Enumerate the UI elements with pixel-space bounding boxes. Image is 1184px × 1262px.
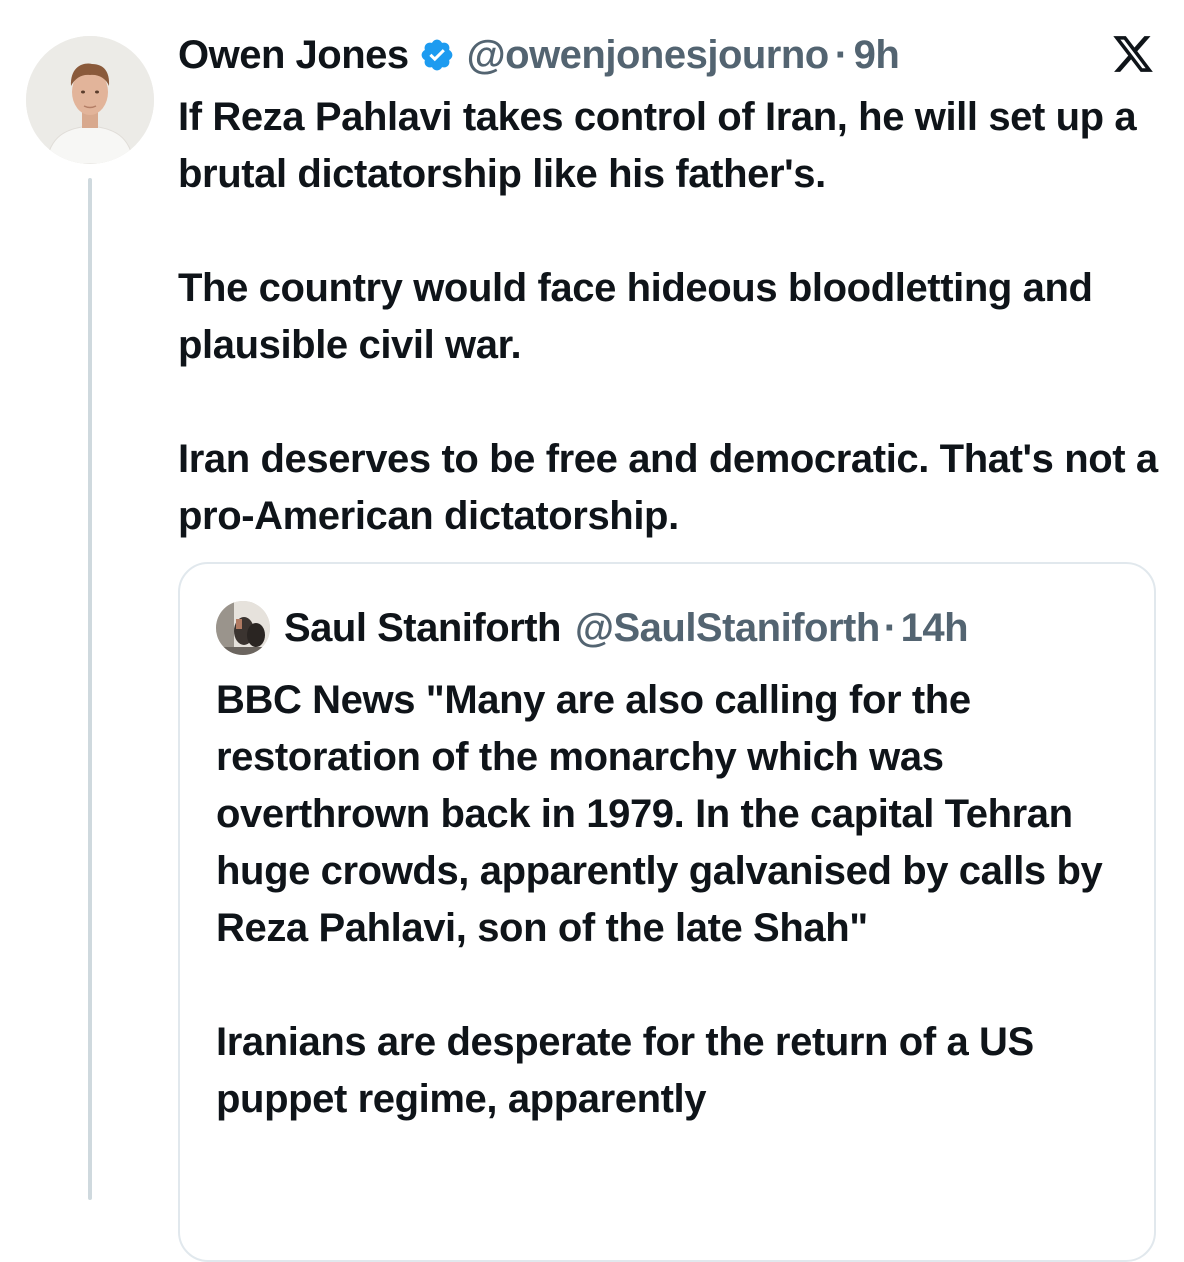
avatar-photo: [26, 36, 154, 164]
verified-badge-icon: [419, 37, 455, 73]
quoted-author-avatar[interactable]: [216, 601, 270, 655]
quoted-paragraph: Iranians are desperate for the return of…: [216, 1020, 1034, 1121]
quoted-tweet-body: BBC News "Many are also calling for the …: [216, 672, 1136, 1128]
tweet-paragraph: Iran deserves to be free and democratic.…: [178, 437, 1158, 538]
author-avatar[interactable]: [26, 36, 154, 164]
quoted-author-handle[interactable]: @SaulStaniforth: [575, 606, 880, 651]
quoted-tweet-timestamp[interactable]: 14h: [901, 606, 969, 651]
separator-dot: ·: [883, 605, 897, 650]
quoted-paragraph: BBC News "Many are also calling for the …: [216, 678, 1103, 950]
author-handle[interactable]: @owenjonesjourno: [467, 33, 830, 78]
thread-line: [88, 178, 92, 1200]
tweet-header: Owen Jones @owenjonesjourno · 9h: [178, 30, 900, 80]
tweet-body: If Reza Pahlavi takes control of Iran, h…: [178, 89, 1168, 545]
x-logo-icon[interactable]: [1110, 32, 1156, 76]
quoted-tweet-card[interactable]: Saul Staniforth @SaulStaniforth · 14h BB…: [178, 562, 1156, 1262]
quoted-avatar-photo: [216, 601, 270, 655]
separator-dot: ·: [834, 32, 848, 77]
tweet-timestamp[interactable]: 9h: [854, 33, 900, 78]
tweet-paragraph: The country would face hideous bloodlett…: [178, 266, 1093, 367]
quoted-author-name[interactable]: Saul Staniforth: [284, 606, 561, 651]
tweet-paragraph: If Reza Pahlavi takes control of Iran, h…: [178, 95, 1137, 196]
author-name[interactable]: Owen Jones: [178, 33, 409, 78]
quoted-tweet-header: Saul Staniforth @SaulStaniforth · 14h: [216, 600, 969, 656]
